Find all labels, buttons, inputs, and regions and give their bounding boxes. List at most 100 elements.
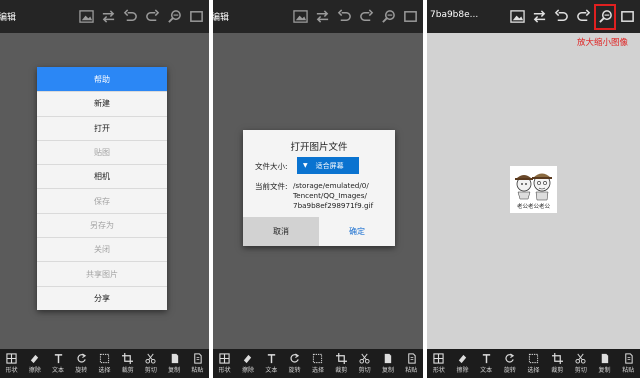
swap-icon[interactable] bbox=[528, 4, 550, 30]
top-toolbar: 7ba9b8e... bbox=[427, 0, 640, 33]
tool-paste[interactable]: 粘贴 bbox=[186, 349, 209, 378]
current-file-label: 当前文件: bbox=[255, 182, 288, 191]
tool-copy[interactable]: 复制 bbox=[163, 349, 186, 378]
menu-item-help[interactable]: 帮助 bbox=[37, 67, 167, 92]
rotate-icon bbox=[77, 353, 86, 363]
menu-item-save[interactable]: 保存 bbox=[37, 188, 167, 212]
menu-item-share-image[interactable]: 共享图片 bbox=[37, 261, 167, 285]
tool-label: 擦除 bbox=[456, 367, 469, 374]
file-path-line: Tencent/QQ_Images/ bbox=[293, 191, 367, 200]
scissors-icon bbox=[359, 353, 370, 364]
zoom-icon[interactable] bbox=[594, 3, 616, 30]
tool-label: 复制 bbox=[168, 367, 181, 374]
bottom-toolbar: 形状 擦除 文本 旋转 选择 裁剪 剪切 复制 粘贴 bbox=[427, 349, 640, 378]
tool-crop[interactable]: 裁剪 bbox=[116, 349, 139, 378]
swap-icon[interactable] bbox=[97, 4, 119, 30]
redo-icon[interactable] bbox=[355, 4, 377, 30]
tool-select[interactable]: 选择 bbox=[93, 349, 116, 378]
tool-crop[interactable]: 裁剪 bbox=[545, 349, 569, 378]
text-icon bbox=[54, 354, 62, 364]
tool-paste[interactable]: 粘贴 bbox=[400, 349, 423, 378]
scissors-icon bbox=[145, 353, 156, 364]
undo-icon[interactable] bbox=[119, 4, 141, 30]
scissors-icon bbox=[575, 353, 586, 364]
tool-rotate[interactable]: 旋转 bbox=[70, 349, 93, 378]
text-icon bbox=[482, 354, 490, 364]
tool-rotate[interactable]: 旋转 bbox=[498, 349, 522, 378]
tool-eraser[interactable]: 擦除 bbox=[23, 349, 46, 378]
tool-select[interactable]: 选择 bbox=[522, 349, 546, 378]
fullscreen-icon[interactable] bbox=[185, 4, 207, 30]
tool-eraser[interactable]: 擦除 bbox=[236, 349, 259, 378]
menu-item-paste-image[interactable]: 贴图 bbox=[37, 139, 167, 164]
tool-crop[interactable]: 裁剪 bbox=[330, 349, 353, 378]
tool-label: 粘贴 bbox=[191, 367, 204, 374]
tool-text[interactable]: 文本 bbox=[260, 349, 283, 378]
grid-icon bbox=[433, 353, 444, 364]
tool-grid[interactable]: 形状 bbox=[427, 349, 451, 378]
cancel-button[interactable]: 取消 bbox=[243, 217, 319, 246]
tool-label: 选择 bbox=[311, 367, 324, 374]
bottom-toolbar: 形状 擦除 文本 旋转 选择 裁剪 剪切 复制 粘贴 bbox=[213, 349, 423, 378]
tool-label: 粘贴 bbox=[622, 367, 635, 374]
menu-item-share[interactable]: 分享 bbox=[37, 285, 167, 310]
undo-icon[interactable] bbox=[550, 4, 572, 30]
panel-image-view: 7ba9b8e... 放大缩小图像 老公老公老公 形状 擦除 文本 旋转选择 裁… bbox=[427, 0, 640, 378]
menu-item-open[interactable]: 打开 bbox=[37, 115, 167, 140]
text-icon bbox=[267, 354, 275, 364]
zoom-icon[interactable] bbox=[163, 4, 185, 30]
file-path-line: 7ba9b8ef298971f9.gif bbox=[293, 201, 374, 210]
file-title: 7ba9b8e... bbox=[430, 10, 479, 20]
tool-scissors[interactable]: 剪切 bbox=[139, 349, 162, 378]
crop-icon bbox=[335, 353, 347, 364]
undo-icon[interactable] bbox=[333, 4, 355, 30]
top-toolbar: 编辑 bbox=[213, 0, 423, 33]
tool-rotate[interactable]: 旋转 bbox=[283, 349, 306, 378]
ok-button[interactable]: 确定 bbox=[319, 217, 395, 246]
tool-eraser[interactable]: 擦除 bbox=[451, 349, 475, 378]
tool-copy[interactable]: 复制 bbox=[376, 349, 399, 378]
image-icon[interactable] bbox=[289, 4, 311, 30]
fullscreen-icon[interactable] bbox=[399, 4, 421, 30]
file-size-select[interactable]: ▼ 适合屏幕 bbox=[297, 157, 359, 174]
tool-label: 选择 bbox=[527, 367, 540, 374]
tool-label: 形状 bbox=[218, 367, 231, 374]
menu-item-close[interactable]: 关闭 bbox=[37, 237, 167, 261]
redo-icon[interactable] bbox=[572, 4, 594, 30]
tool-paste[interactable]: 粘贴 bbox=[616, 349, 640, 378]
tool-text[interactable]: 文本 bbox=[474, 349, 498, 378]
menu-item-new[interactable]: 新建 bbox=[37, 91, 167, 115]
zoom-icon[interactable] bbox=[377, 4, 399, 30]
grid-icon bbox=[219, 353, 230, 364]
tool-grid[interactable]: 形状 bbox=[213, 349, 236, 378]
image-icon[interactable] bbox=[75, 4, 97, 30]
tool-scissors[interactable]: 剪切 bbox=[569, 349, 593, 378]
app-title: 编辑 bbox=[213, 13, 230, 23]
panel-open-dialog: 编辑 打开图片文件 文件大小: ▼ 适合屏幕 当前文件: /storage/em… bbox=[213, 0, 423, 378]
file-size-label: 文件大小: bbox=[255, 162, 288, 171]
image-icon[interactable] bbox=[506, 4, 528, 30]
image-caption: 老公老公老公 bbox=[516, 204, 550, 210]
loaded-image[interactable]: 老公老公老公 bbox=[510, 166, 557, 213]
redo-icon[interactable] bbox=[141, 4, 163, 30]
tool-text[interactable]: 文本 bbox=[46, 349, 69, 378]
tool-label: 旋转 bbox=[75, 367, 88, 374]
tool-scissors[interactable]: 剪切 bbox=[353, 349, 376, 378]
copy-icon bbox=[385, 353, 392, 364]
tool-label: 文本 bbox=[265, 367, 278, 374]
tool-grid[interactable]: 形状 bbox=[0, 349, 23, 378]
fullscreen-icon[interactable] bbox=[616, 4, 638, 30]
app-title: 编辑 bbox=[0, 13, 17, 23]
menu-item-save-as[interactable]: 另存为 bbox=[37, 212, 167, 237]
bottom-toolbar: 形状 擦除 文本 旋转 选择 裁剪 剪切 复制 粘贴 bbox=[0, 349, 209, 378]
paste-icon bbox=[624, 353, 633, 364]
tool-label: 旋转 bbox=[503, 367, 516, 374]
tool-select[interactable]: 选择 bbox=[306, 349, 329, 378]
swap-icon[interactable] bbox=[311, 4, 333, 30]
rotate-icon bbox=[290, 353, 300, 363]
paste-icon bbox=[408, 353, 416, 364]
copy-icon bbox=[601, 353, 609, 364]
tool-copy[interactable]: 复制 bbox=[593, 349, 617, 378]
select-icon bbox=[528, 353, 539, 364]
menu-item-camera[interactable]: 相机 bbox=[37, 164, 167, 188]
